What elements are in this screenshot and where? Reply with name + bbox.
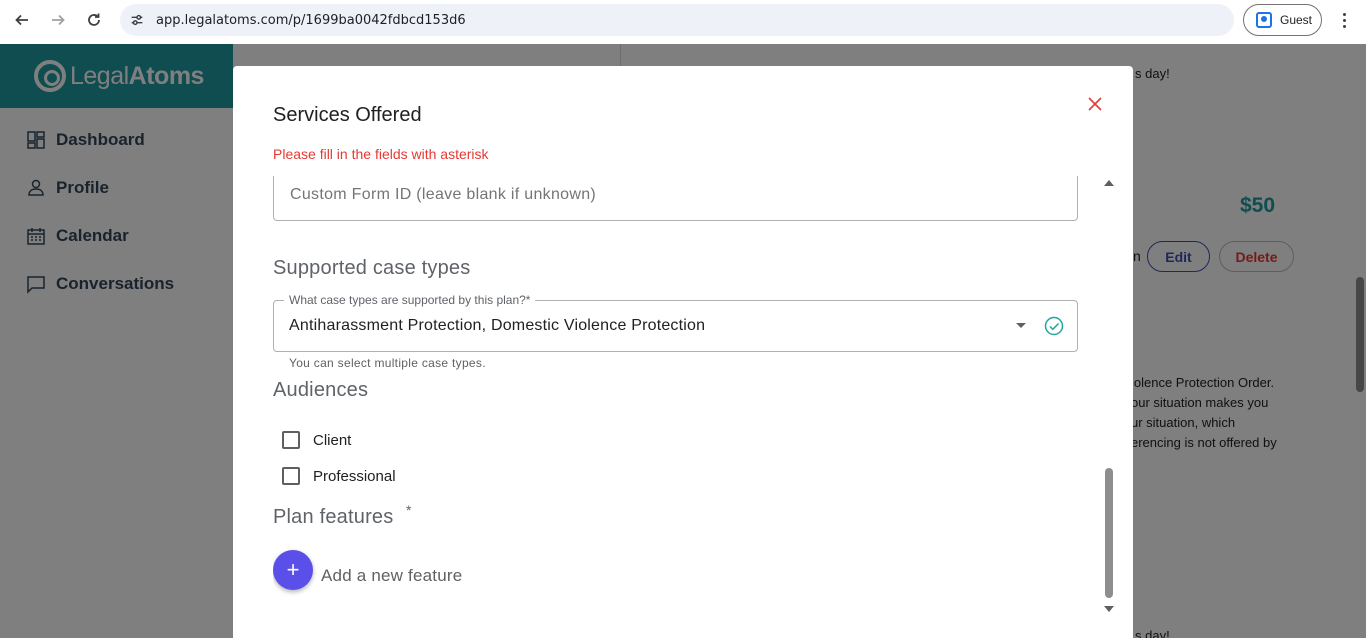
reload-button[interactable] xyxy=(82,8,106,32)
profile-icon xyxy=(1256,12,1272,28)
custom-form-id-field[interactable]: Custom Form ID (leave blank if unknown) xyxy=(273,176,1078,221)
audience-client-option[interactable]: Client xyxy=(282,430,351,450)
back-arrow-icon xyxy=(15,14,28,26)
chevron-down-icon[interactable] xyxy=(1016,323,1026,328)
url-text: app.legalatoms.com/p/1699ba0042fdbcd153d… xyxy=(156,12,466,28)
dialog-scrollbar-thumb[interactable] xyxy=(1105,468,1113,598)
close-icon[interactable] xyxy=(1085,94,1105,114)
client-label: Client xyxy=(313,431,352,449)
audience-professional-option[interactable]: Professional xyxy=(282,466,396,486)
dialog-scroll-down-icon[interactable] xyxy=(1104,606,1114,612)
professional-label: Professional xyxy=(313,467,396,485)
case-types-label: What case types are supported by this pl… xyxy=(284,293,536,307)
browser-menu-icon[interactable] xyxy=(1334,8,1354,32)
case-types-value: Antiharassment Protection, Domestic Viol… xyxy=(289,317,706,334)
case-types-helper: You can select multiple case types. xyxy=(289,356,486,370)
plan-features-heading: Plan features xyxy=(273,506,394,528)
client-checkbox[interactable] xyxy=(282,431,300,449)
browser-toolbar: app.legalatoms.com/p/1699ba0042fdbcd153d… xyxy=(0,0,1366,40)
reload-icon xyxy=(88,13,100,26)
dialog-title: Services Offered xyxy=(273,104,422,126)
dialog-scroll-content: Custom Form ID (leave blank if unknown) … xyxy=(273,176,1118,621)
add-feature-label[interactable]: Add a new feature xyxy=(321,566,462,586)
forward-arrow-icon xyxy=(52,14,65,26)
profile-label: Guest xyxy=(1280,13,1313,27)
address-bar[interactable]: app.legalatoms.com/p/1699ba0042fdbcd153d… xyxy=(120,4,1234,36)
supported-case-types-heading: Supported case types xyxy=(273,257,471,279)
services-offered-dialog: Services Offered Please fill in the fiel… xyxy=(233,66,1133,638)
profile-button[interactable]: Guest xyxy=(1243,4,1322,36)
check-circle-icon xyxy=(1044,316,1064,336)
dialog-scroll-up-icon[interactable] xyxy=(1104,180,1114,186)
add-feature-button[interactable]: + xyxy=(273,550,313,590)
custom-form-id-placeholder: Custom Form ID (leave blank if unknown) xyxy=(290,186,597,203)
case-types-select[interactable]: What case types are supported by this pl… xyxy=(273,293,1078,352)
plus-icon: + xyxy=(286,557,300,582)
site-settings-icon[interactable] xyxy=(128,11,146,29)
required-asterisk: * xyxy=(406,502,412,518)
professional-checkbox[interactable] xyxy=(282,467,300,485)
required-fields-warning: Please fill in the fields with asterisk xyxy=(273,146,489,162)
forward-button[interactable] xyxy=(46,8,70,32)
audiences-heading: Audiences xyxy=(273,379,369,401)
back-button[interactable] xyxy=(10,8,34,32)
